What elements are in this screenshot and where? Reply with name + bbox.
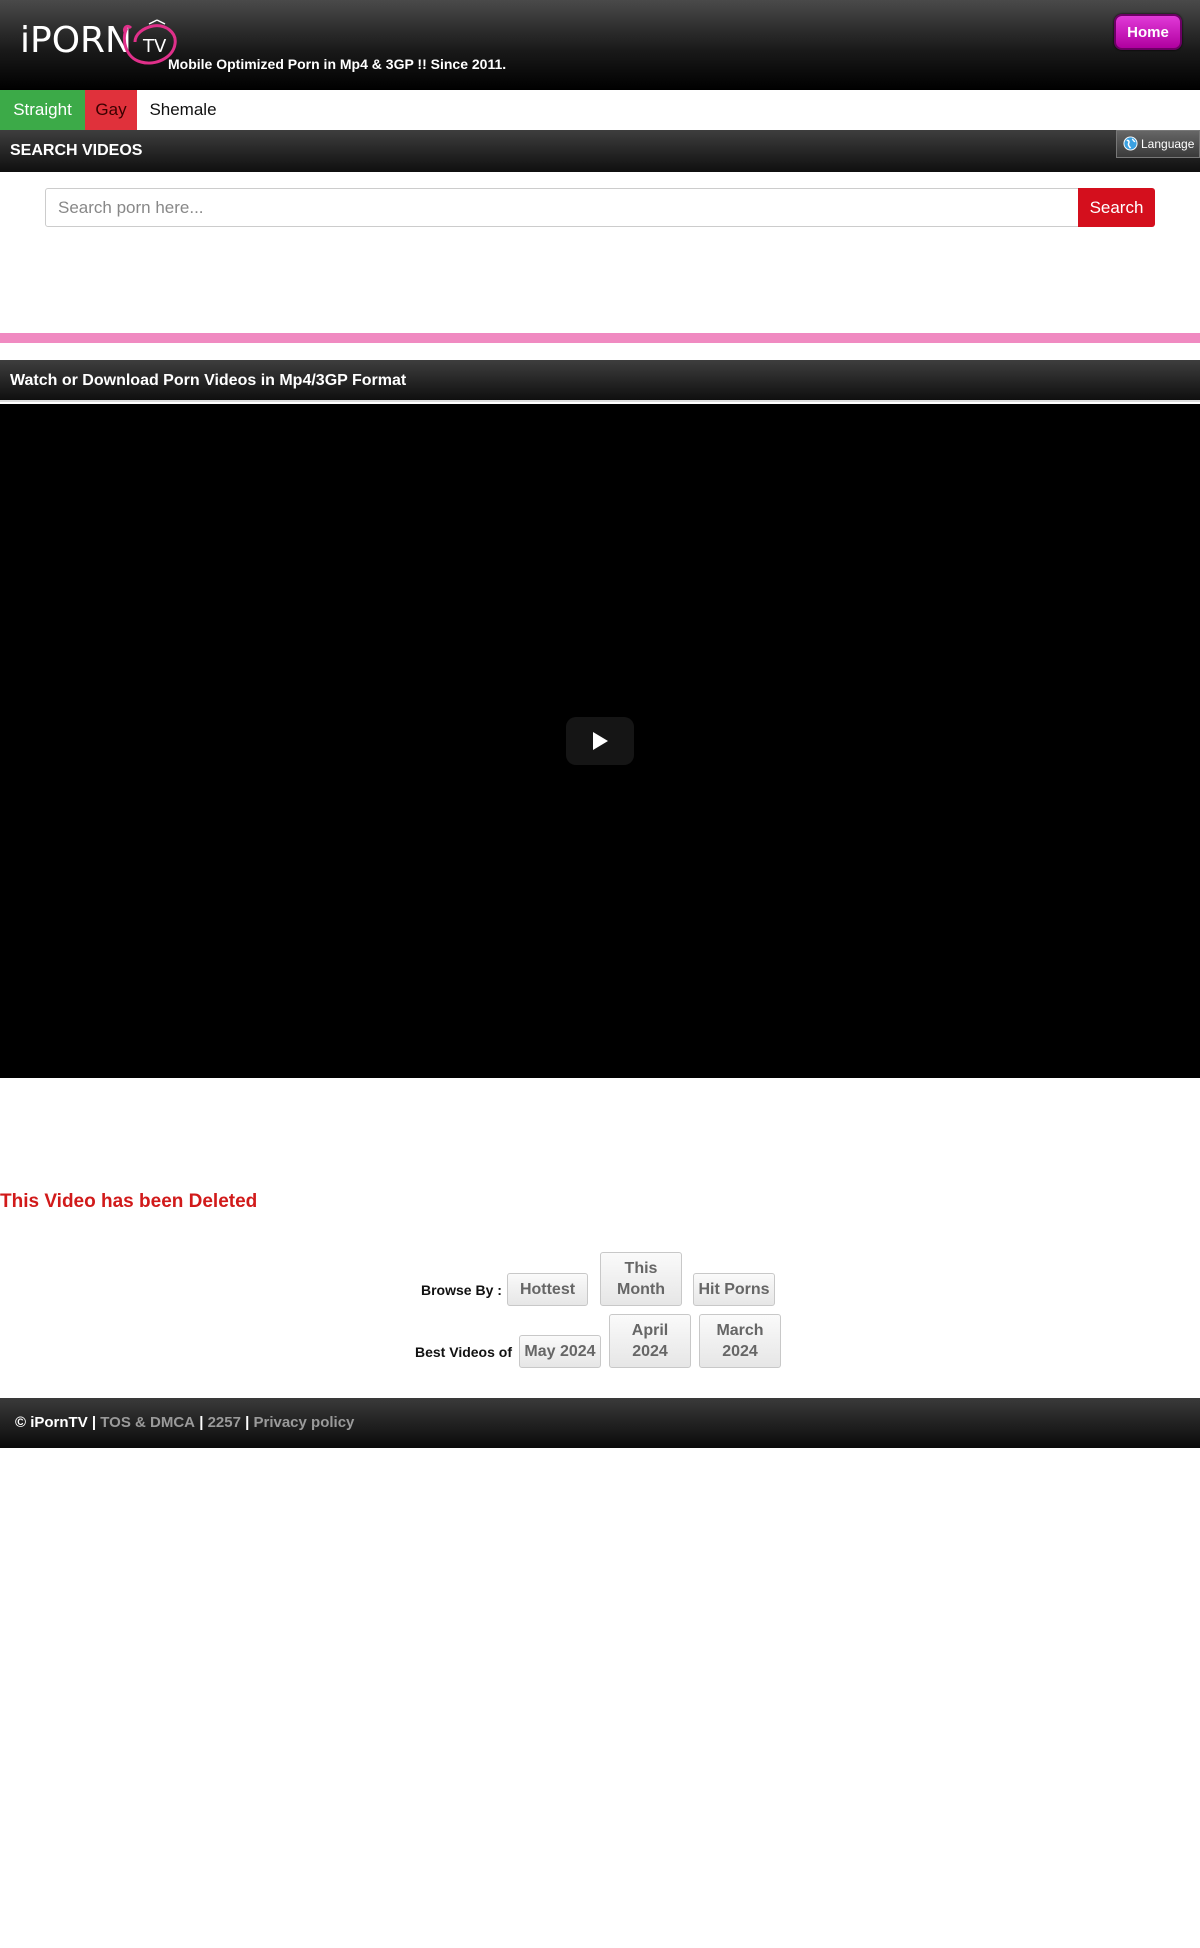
footer-link-tos[interactable]: TOS & DMCA xyxy=(100,1414,195,1431)
play-icon xyxy=(593,732,608,750)
footer-copyright: © iPornTV xyxy=(15,1414,88,1431)
home-button[interactable]: Home xyxy=(1114,14,1182,50)
best-march-2024-button[interactable]: March 2024 xyxy=(699,1314,781,1368)
browse-hottest-button[interactable]: Hottest xyxy=(507,1273,588,1306)
search-input[interactable] xyxy=(45,188,1079,227)
site-header: iPORN TV Mobile Optimized Porn in Mp4 & … xyxy=(0,0,1200,90)
site-footer: © iPornTV | TOS & DMCA | 2257 | Privacy … xyxy=(0,1398,1200,1448)
tab-gay[interactable]: Gay xyxy=(85,90,137,130)
video-player[interactable] xyxy=(0,404,1200,1078)
best-videos-label: Best Videos of xyxy=(415,1344,512,1360)
language-button[interactable]: Language xyxy=(1116,130,1200,158)
video-deleted-message: This Video has been Deleted xyxy=(0,1191,258,1212)
best-may-2024-button[interactable]: May 2024 xyxy=(519,1335,601,1368)
video-section-header: Watch or Download Porn Videos in Mp4/3GP… xyxy=(0,360,1200,402)
search-form: Search xyxy=(45,188,1155,227)
site-tagline: Mobile Optimized Porn in Mp4 & 3GP !! Si… xyxy=(168,56,507,72)
best-april-2024-button[interactable]: April 2024 xyxy=(609,1314,691,1368)
browse-hit-porns-button[interactable]: Hit Porns xyxy=(693,1273,775,1306)
logo-text: iPORN xyxy=(20,20,132,61)
footer-link-privacy[interactable]: Privacy policy xyxy=(253,1414,354,1431)
accent-divider xyxy=(0,333,1200,343)
browse-by-label: Browse By : xyxy=(421,1282,502,1298)
search-section-header: SEARCH VIDEOS xyxy=(0,130,1200,172)
browse-this-month-button[interactable]: This Month xyxy=(600,1252,682,1306)
globe-icon xyxy=(1123,136,1138,151)
language-label: Language xyxy=(1141,137,1195,151)
category-tabs: Straight Gay Shemale xyxy=(0,90,1200,130)
tab-straight[interactable]: Straight xyxy=(0,90,85,130)
search-button[interactable]: Search xyxy=(1078,188,1155,227)
tab-shemale[interactable]: Shemale xyxy=(137,90,229,130)
footer-link-2257[interactable]: 2257 xyxy=(208,1414,241,1431)
search-section-title: SEARCH VIDEOS xyxy=(10,142,143,159)
site-logo[interactable]: iPORN TV xyxy=(20,16,177,72)
play-button[interactable] xyxy=(566,717,634,765)
logo-badge: TV xyxy=(142,36,167,57)
video-section-title: Watch or Download Porn Videos in Mp4/3GP… xyxy=(10,372,407,389)
